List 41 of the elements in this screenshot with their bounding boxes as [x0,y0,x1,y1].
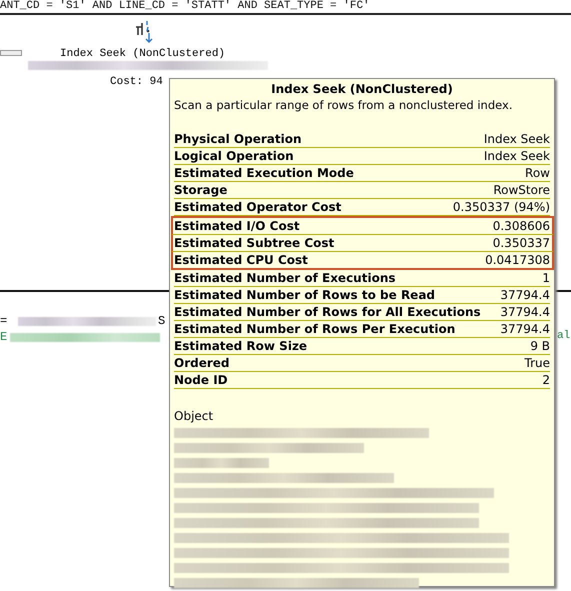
property-label: Estimated Operator Cost [174,199,342,215]
operator-cost: Cost: 94 [110,76,163,88]
property-value: 0.350337 (94%) [452,199,550,215]
property-value: Index Seek [484,148,550,164]
property-label: Estimated Number of Rows for All Executions [174,304,481,320]
property-label: Estimated Subtree Cost [174,235,334,251]
property-label: Estimated Execution Mode [174,165,354,181]
property-value: 2 [542,372,550,388]
property-value: RowStore [493,182,550,198]
property-value: 37794.4 [500,304,550,320]
property-label: Estimated Number of Executions [174,270,396,286]
property-value: 37794.4 [500,287,550,303]
property-label: Estimated Row Size [174,338,308,354]
property-label: Estimated Number of Rows Per Execution [174,321,456,337]
property-label: Estimated I/O Cost [174,218,300,234]
comment-text: al [557,330,570,342]
property-value: 1 [542,270,550,286]
property-value: 9 B [530,338,550,354]
section-label: Object [174,409,214,423]
query-text: = [0,314,8,328]
property-value: 0.0417308 [485,252,550,268]
tooltip-description: Scan a particular range of rows from a nonclustered index. [174,98,514,112]
tooltip-title: Index Seek (NonClustered) [270,82,454,96]
query-text: ANT_CD = 'S1' AND LINE_CD = 'STATT' AND SEAT_TYPE = 'FC' [0,0,370,12]
property-value: Row [525,165,550,181]
property-value: True [524,355,550,371]
property-label: Ordered [174,355,230,371]
property-value: 37794.4 [500,321,550,337]
property-label: Physical Operation [174,131,302,147]
property-value: Index Seek [484,131,550,147]
property-label: Node ID [174,372,228,388]
operator-title: Index Seek (NonClustered) [60,48,226,60]
property-label: Estimated Number of Rows to be Read [174,287,436,303]
query-text: S [158,314,166,328]
property-value: 0.350337 [492,235,550,251]
property-label: Logical Operation [174,148,294,164]
property-label: Estimated CPU Cost [174,252,308,268]
comment-text: E [0,330,8,344]
index-seek-icon [134,19,154,45]
property-value: 0.308606 [492,218,550,234]
property-label: Storage [174,182,228,198]
